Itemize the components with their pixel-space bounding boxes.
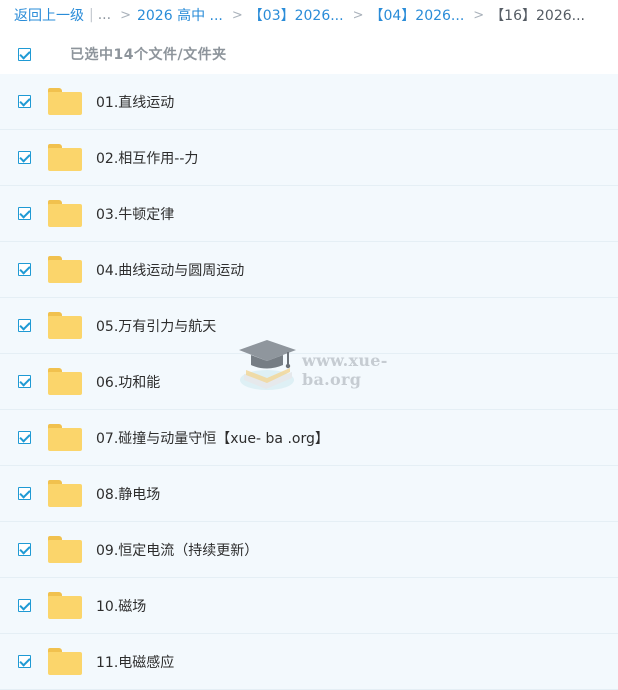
- folder-icon[interactable]: [48, 144, 82, 171]
- folder-icon[interactable]: [48, 368, 82, 395]
- breadcrumb: 返回上一级 | ... > 2026 高中 ... > 【03】2026... …: [0, 0, 618, 30]
- breadcrumb-ellipsis[interactable]: ...: [98, 7, 111, 23]
- breadcrumb-separator-icon: >: [352, 7, 364, 23]
- file-row[interactable]: 07.碰撞与动量守恒【xue- ba .org】: [0, 410, 618, 466]
- folder-icon[interactable]: [48, 88, 82, 115]
- breadcrumb-separator-icon: >: [473, 7, 485, 23]
- file-name[interactable]: 07.碰撞与动量守恒【xue- ba .org】: [96, 428, 329, 448]
- file-checkbox[interactable]: [18, 319, 31, 332]
- file-row[interactable]: 10.磁场: [0, 578, 618, 634]
- folder-icon[interactable]: [48, 424, 82, 451]
- file-list: 01.直线运动 02.相互作用--力 03.牛顿定律 04.曲线运动与圆周运动 05.万…: [0, 74, 618, 690]
- selection-status: 已选中14个文件/文件夹: [70, 47, 227, 63]
- breadcrumb-item[interactable]: 【03】2026...: [249, 5, 344, 25]
- file-row[interactable]: 06.功和能: [0, 354, 618, 410]
- file-checkbox[interactable]: [18, 375, 31, 388]
- file-row[interactable]: 01.直线运动: [0, 74, 618, 130]
- file-checkbox[interactable]: [18, 599, 31, 612]
- folder-icon[interactable]: [48, 536, 82, 563]
- file-name[interactable]: 09.恒定电流（持续更新）: [96, 540, 258, 560]
- breadcrumb-divider: |: [89, 7, 94, 23]
- file-row[interactable]: 08.静电场: [0, 466, 618, 522]
- file-name[interactable]: 10.磁场: [96, 596, 146, 616]
- file-name[interactable]: 08.静电场: [96, 484, 160, 504]
- file-row[interactable]: 09.恒定电流（持续更新）: [0, 522, 618, 578]
- file-checkbox[interactable]: [18, 487, 31, 500]
- breadcrumb-separator-icon: >: [120, 7, 131, 23]
- file-checkbox[interactable]: [18, 543, 31, 556]
- file-checkbox[interactable]: [18, 655, 31, 668]
- folder-icon[interactable]: [48, 480, 82, 507]
- breadcrumb-item[interactable]: 【04】2026...: [369, 5, 464, 25]
- file-row[interactable]: 11.电磁感应: [0, 634, 618, 690]
- select-all-checkbox[interactable]: [18, 47, 31, 61]
- folder-icon[interactable]: [48, 592, 82, 619]
- file-name[interactable]: 02.相互作用--力: [96, 148, 198, 168]
- file-checkbox[interactable]: [18, 151, 31, 164]
- file-name[interactable]: 06.功和能: [96, 372, 160, 392]
- file-checkbox[interactable]: [18, 95, 31, 108]
- file-name[interactable]: 01.直线运动: [96, 92, 174, 112]
- file-checkbox[interactable]: [18, 431, 31, 444]
- file-checkbox[interactable]: [18, 207, 31, 220]
- file-name[interactable]: 11.电磁感应: [96, 652, 174, 672]
- breadcrumb-item[interactable]: 2026 高中 ...: [137, 5, 223, 25]
- file-row[interactable]: 04.曲线运动与圆周运动: [0, 242, 618, 298]
- file-row[interactable]: 05.万有引力与航天: [0, 298, 618, 354]
- file-name[interactable]: 03.牛顿定律: [96, 204, 174, 224]
- file-row[interactable]: 02.相互作用--力: [0, 130, 618, 186]
- back-link[interactable]: 返回上一级: [14, 5, 84, 25]
- file-name[interactable]: 04.曲线运动与圆周运动: [96, 260, 244, 280]
- file-checkbox[interactable]: [18, 263, 31, 276]
- file-row[interactable]: 03.牛顿定律: [0, 186, 618, 242]
- folder-icon[interactable]: [48, 648, 82, 675]
- folder-icon[interactable]: [48, 312, 82, 339]
- selection-bar: 已选中14个文件/文件夹: [0, 36, 618, 72]
- file-name[interactable]: 05.万有引力与航天: [96, 316, 216, 336]
- breadcrumb-current: 【16】2026...: [490, 8, 585, 24]
- breadcrumb-separator-icon: >: [231, 7, 243, 23]
- folder-icon[interactable]: [48, 200, 82, 227]
- folder-icon[interactable]: [48, 256, 82, 283]
